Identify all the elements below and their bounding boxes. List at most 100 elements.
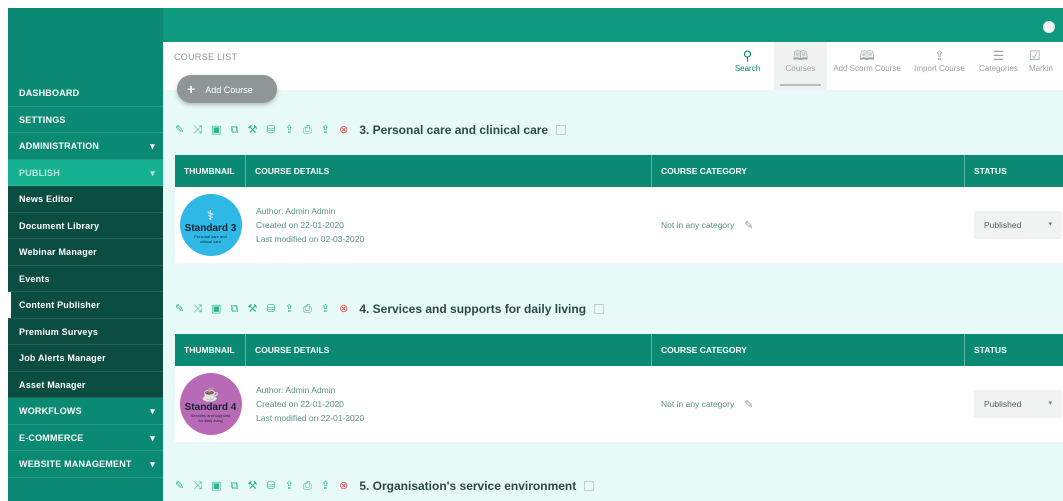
- tool-marking[interactable]: ☑ Markin: [1025, 42, 1063, 90]
- course-action-icons[interactable]: ✎ ⤨ ▣ ⧉ ⚒ ⛁ ⇪ ⎙ ⇪ ⊗: [175, 302, 351, 316]
- status-select[interactable]: Published ▾: [974, 211, 1062, 239]
- sidebar-item-label: Premium Surveys: [19, 326, 99, 337]
- tool-import-course[interactable]: ⇪ Import Course: [907, 42, 972, 90]
- modified-date: Last modified on 02-03-2020: [256, 234, 365, 244]
- list-icon: ☰: [992, 48, 1005, 63]
- details-cell: Author: Admin Admin Created on 22-01-202…: [246, 383, 652, 425]
- chevron-down-icon: ▾: [1048, 221, 1052, 228]
- status-cell: Published ▾: [965, 390, 1063, 418]
- sidebar-item-content-publisher[interactable]: Content Publisher: [8, 292, 163, 319]
- col-category: COURSE CATEGORY: [652, 334, 965, 366]
- modified-date: Last modified on 22-01-2020: [256, 413, 365, 423]
- thumbnail-cell: ☕ Standard 4 Services and supports for d…: [175, 373, 246, 435]
- category-cell: Not in any category ✎: [652, 219, 965, 232]
- delete-icon[interactable]: ⊗: [339, 480, 351, 492]
- user-avatar[interactable]: [1043, 21, 1055, 33]
- sidebar-item-workflows[interactable]: WORKFLOWS ▾: [8, 398, 163, 425]
- breadcrumb: COURSE LIST: [174, 52, 238, 62]
- delete-icon[interactable]: ⊗: [339, 124, 351, 136]
- sidebar-item-label: Asset Manager: [19, 379, 86, 390]
- tool-label: Courses: [785, 64, 816, 73]
- course-title-row: ✎ ⤨ ▣ ⧉ ⚒ ⛁ ⇪ ⎙ ⇪ ⊗ 4. Services and supp…: [175, 299, 605, 319]
- action-icons[interactable]: ✎ ⤨ ▣ ⧉ ⚒ ⛁ ⇪ ⎙ ⇪: [175, 303, 333, 315]
- sidebar-item-webinar-manager[interactable]: Webinar Manager: [8, 239, 163, 266]
- status-select[interactable]: Published ▾: [974, 390, 1062, 418]
- chevron-down-icon: ▾: [150, 406, 155, 416]
- course-title[interactable]: 5. Organisation's service environment: [359, 479, 576, 493]
- add-course-button[interactable]: + Add Course: [177, 75, 277, 103]
- badge-sub: Personal care and clinical care: [194, 233, 227, 244]
- info-icon[interactable]: [594, 304, 605, 314]
- status-value: Published: [984, 220, 1022, 230]
- col-details: COURSE DETAILS: [246, 155, 652, 187]
- sidebar-item-website-management[interactable]: WEBSITE MANAGEMENT ▾: [8, 451, 163, 478]
- sidebar-item-label: ADMINISTRATION: [19, 141, 100, 151]
- sidebar-menu: DASHBOARD SETTINGS ADMINISTRATION ▾ PUBLISH ▾…: [8, 80, 163, 478]
- sidebar-item-label: WORKFLOWS: [19, 406, 82, 416]
- chevron-down-icon: ▾: [150, 167, 155, 178]
- sidebar-item-label: News Editor: [19, 194, 74, 204]
- info-icon[interactable]: [584, 481, 595, 491]
- course-title[interactable]: 3. Personal care and clinical care: [359, 123, 548, 137]
- course-action-icons[interactable]: ✎ ⤨ ▣ ⧉ ⚒ ⛁ ⇪ ⎙ ⇪ ⊗: [175, 123, 351, 137]
- sidebar-item-label: Webinar Manager: [19, 247, 97, 257]
- delete-icon[interactable]: ⊗: [339, 303, 351, 315]
- sidebar-item-label: WEBSITE MANAGEMENT: [19, 459, 132, 469]
- thumbnail-cell: ⚕ Standard 3 Personal care and clinical …: [175, 194, 246, 256]
- cup-icon: ☕: [201, 385, 220, 402]
- sidebar-item-asset-manager[interactable]: Asset Manager: [8, 371, 163, 398]
- sidebar-item-label: PUBLISH: [19, 167, 60, 178]
- sidebar-item-label: DASHBOARD: [19, 88, 80, 98]
- sidebar-item-label: E-COMMERCE: [19, 432, 84, 443]
- sidebar-item-job-alerts-manager[interactable]: Job Alerts Manager: [8, 345, 163, 372]
- sidebar-item-document-library[interactable]: Document Library: [8, 212, 163, 239]
- col-details: COURSE DETAILS: [246, 334, 652, 366]
- sidebar: DASHBOARD SETTINGS ADMINISTRATION ▾ PUBLISH ▾…: [8, 8, 163, 501]
- action-icons[interactable]: ✎ ⤨ ▣ ⧉ ⚒ ⛁ ⇪ ⎙ ⇪: [175, 480, 333, 492]
- tool-categories[interactable]: ☰ Categories: [972, 42, 1025, 90]
- course-action-icons[interactable]: ✎ ⤨ ▣ ⧉ ⚒ ⛁ ⇪ ⎙ ⇪ ⊗: [175, 479, 351, 493]
- edit-category-icon[interactable]: ✎: [744, 398, 753, 411]
- course-thumbnail[interactable]: ☕ Standard 4 Services and supports for d…: [179, 373, 242, 435]
- sidebar-item-label: Content Publisher: [19, 300, 100, 310]
- course-title[interactable]: 4. Services and supports for daily livin…: [359, 302, 586, 316]
- course-title-row: ✎ ⤨ ▣ ⧉ ⚒ ⛁ ⇪ ⎙ ⇪ ⊗ 3. Personal care and…: [175, 120, 567, 140]
- info-icon[interactable]: [556, 125, 567, 135]
- toolbar: ⚲ Search 🕮 Courses 🕮 Add Scorm Course ⇪ …: [721, 42, 1063, 90]
- sidebar-item-publish[interactable]: PUBLISH ▾: [8, 159, 163, 186]
- tool-label: Search: [734, 64, 761, 73]
- plus-icon: +: [187, 81, 196, 97]
- tool-add-scorm-course[interactable]: 🕮 Add Scorm Course: [827, 42, 907, 90]
- status-value: Published: [984, 399, 1022, 409]
- tool-label: Markin: [1029, 64, 1054, 73]
- sidebar-item-label: Job Alerts Manager: [19, 353, 106, 363]
- sidebar-item-dashboard[interactable]: DASHBOARD: [8, 80, 163, 107]
- sidebar-item-e-commerce[interactable]: E-COMMERCE ▾: [8, 424, 163, 451]
- tool-label: Categories: [979, 64, 1018, 73]
- sidebar-item-label: Document Library: [19, 220, 100, 231]
- status-cell: Published ▾: [965, 211, 1063, 239]
- table-header: THUMBNAIL COURSE DETAILS COURSE CATEGORY…: [175, 155, 1063, 187]
- chevron-down-icon: ▾: [150, 432, 155, 443]
- col-category: COURSE CATEGORY: [652, 155, 965, 187]
- course-title-row: ✎ ⤨ ▣ ⧉ ⚒ ⛁ ⇪ ⎙ ⇪ ⊗ 5. Organisation's se…: [175, 476, 595, 496]
- course-thumbnail[interactable]: ⚕ Standard 3 Personal care and clinical …: [179, 194, 242, 256]
- tool-courses[interactable]: 🕮 Courses: [774, 42, 827, 90]
- action-icons[interactable]: ✎ ⤨ ▣ ⧉ ⚒ ⛁ ⇪ ⎙ ⇪: [175, 124, 333, 136]
- category-value: Not in any category: [661, 220, 735, 230]
- tool-search[interactable]: ⚲ Search: [721, 42, 774, 90]
- table-header: THUMBNAIL COURSE DETAILS COURSE CATEGORY…: [175, 334, 1063, 366]
- sidebar-item-settings[interactable]: SETTINGS: [8, 106, 163, 133]
- sidebar-item-premium-surveys[interactable]: Premium Surveys: [8, 318, 163, 345]
- category-cell: Not in any category ✎: [652, 398, 965, 411]
- page-header: COURSE LIST + Add Course ⚲ Search 🕮 Cours…: [163, 42, 1063, 103]
- author: Author: Admin Admin: [256, 385, 336, 395]
- sidebar-item-news-editor[interactable]: News Editor: [8, 186, 163, 213]
- sidebar-item-administration[interactable]: ADMINISTRATION ▾: [8, 133, 163, 160]
- edit-category-icon[interactable]: ✎: [744, 219, 753, 232]
- sidebar-item-events[interactable]: Events: [8, 265, 163, 292]
- created-date: Created on 22-01-2020: [256, 399, 344, 409]
- book-icon: 🕮: [792, 48, 809, 63]
- col-thumbnail: THUMBNAIL: [175, 334, 246, 366]
- course-table: THUMBNAIL COURSE DETAILS COURSE CATEGORY…: [175, 155, 1063, 263]
